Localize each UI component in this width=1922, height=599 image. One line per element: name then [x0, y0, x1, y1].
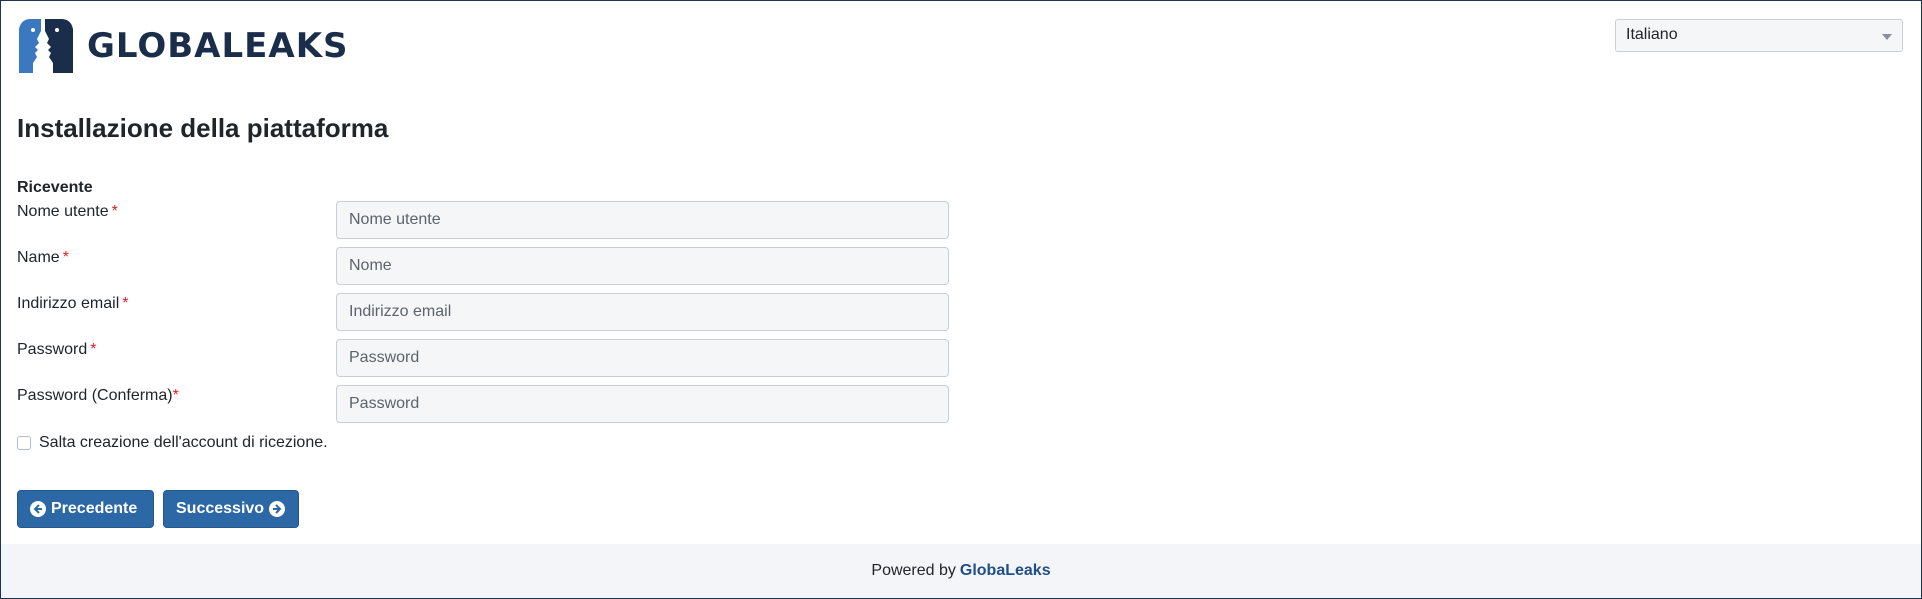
password-input[interactable]	[336, 339, 949, 377]
required-asterisk: *	[111, 203, 118, 220]
logo[interactable]: GLOBALEAKS	[17, 17, 349, 75]
skip-account-checkbox[interactable]	[17, 436, 31, 450]
footer: Powered by GlobaLeaks	[1, 544, 1921, 598]
page-frame: GLOBALEAKS Italiano Installazione della …	[0, 0, 1922, 599]
field-label-email: Indirizzo email *	[17, 295, 129, 312]
globaleaks-logo-icon	[19, 19, 73, 73]
password-confirm-input[interactable]	[336, 385, 949, 423]
skip-account-checkbox-row[interactable]: Salta creazione dell'account di ricezion…	[17, 434, 328, 452]
chevron-down-icon	[1882, 34, 1892, 40]
language-select[interactable]: Italiano	[1615, 19, 1903, 52]
field-label-password: Password *	[17, 341, 97, 358]
arrow-right-circle-icon	[269, 501, 286, 517]
required-asterisk: *	[172, 387, 179, 404]
required-asterisk: *	[90, 341, 97, 358]
form-row-password-confirm: Password (Conferma)*	[17, 385, 951, 423]
name-input[interactable]	[336, 247, 949, 285]
logo-text: GLOBALEAKS	[87, 26, 349, 66]
field-label-username: Nome utente *	[17, 203, 118, 220]
required-asterisk: *	[122, 295, 129, 312]
footer-globaleaks-link[interactable]: GlobaLeaks	[960, 562, 1051, 579]
field-label-password-confirm: Password (Conferma)*	[17, 387, 179, 404]
form-row-email: Indirizzo email *	[17, 293, 951, 331]
username-input[interactable]	[336, 201, 949, 239]
required-asterisk: *	[62, 249, 69, 266]
next-button[interactable]: Successivo	[163, 490, 299, 528]
field-label-name: Name *	[17, 249, 69, 266]
arrow-left-circle-icon	[30, 501, 46, 517]
form-row-password: Password *	[17, 339, 951, 377]
previous-button[interactable]: Precedente	[17, 490, 154, 528]
header: GLOBALEAKS Italiano	[1, 1, 1921, 91]
skip-account-checkbox-label[interactable]: Salta creazione dell'account di ricezion…	[39, 434, 328, 452]
form-row-username: Nome utente *	[17, 201, 951, 239]
language-select-value: Italiano	[1626, 26, 1678, 43]
page-title: Installazione della piattaforma	[17, 113, 389, 143]
section-title: Ricevente	[17, 179, 93, 196]
next-button-label: Successivo	[176, 500, 265, 517]
previous-button-label: Precedente	[51, 500, 138, 517]
footer-powered-by: Powered by	[871, 562, 956, 579]
email-input[interactable]	[336, 293, 949, 331]
form-row-name: Name *	[17, 247, 951, 285]
